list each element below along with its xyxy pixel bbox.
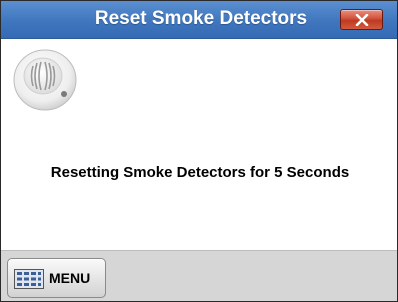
- dialog-title: Reset Smoke Detectors: [94, 8, 308, 29]
- title-bar: Reset Smoke Detectors: [1, 1, 397, 39]
- reset-smoke-detectors-dialog: Reset Smoke Detectors Resetting Smoke De…: [0, 0, 398, 302]
- menu-grid-icon: [14, 269, 44, 289]
- menu-button[interactable]: MENU: [7, 258, 106, 298]
- smoke-detector-icon: [13, 49, 77, 111]
- status-message: Resetting Smoke Detectors for 5 Seconds: [50, 164, 350, 181]
- close-button[interactable]: [340, 9, 383, 30]
- menu-button-label: MENU: [49, 270, 91, 286]
- smoke-detector-image: [11, 46, 79, 119]
- close-icon: [355, 14, 369, 26]
- bottom-bar: MENU: [1, 250, 397, 301]
